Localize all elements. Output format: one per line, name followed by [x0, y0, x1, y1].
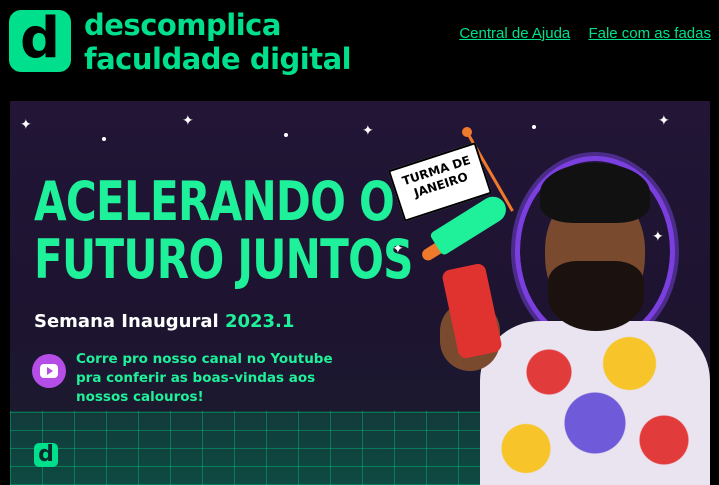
beard — [548, 261, 644, 331]
descomplica-logo-icon[interactable]: d — [9, 10, 71, 72]
small-logo-icon: d — [34, 443, 58, 467]
hair — [540, 163, 650, 223]
cta-line-1: Corre pro nosso canal no Youtube — [76, 351, 333, 367]
subtitle-prefix: Semana Inaugural — [34, 311, 219, 332]
student-with-phone-image — [440, 161, 710, 485]
headline-line-1: ACELERANDO O — [34, 170, 395, 233]
contact-fairies-link[interactable]: Fale com as fadas — [588, 25, 711, 42]
brand-line-1: descomplica — [84, 8, 281, 42]
cta-line-3: nossos calouros! — [76, 389, 204, 405]
youtube-cta-text[interactable]: Corre pro nosso canal no Youtube pra con… — [76, 350, 333, 407]
cta-line-2: pra conferir as boas-vindas aos — [76, 370, 316, 386]
star-icon: ✦ — [20, 117, 32, 133]
banner-subtitle: Semana Inaugural 2023.1 — [34, 311, 294, 332]
brand-line-2: faculdade digital — [84, 42, 352, 76]
top-links: Central de Ajuda Fale com as fadas — [445, 25, 711, 42]
subtitle-year: 2023.1 — [224, 311, 295, 332]
star-dot — [284, 133, 288, 137]
tie-dye-shirt — [480, 321, 710, 485]
headline-line-2: FUTURO JUNTOS — [34, 228, 413, 291]
flag-pole-knob — [462, 127, 472, 137]
play-icon — [40, 364, 58, 378]
youtube-play-icon[interactable] — [32, 354, 66, 388]
star-icon: ✦ — [362, 123, 374, 139]
hero-banner[interactable]: ✦ ✦ ✦ ✦ ✦ ✦ ACELERANDO O FUTURO JUNTOS S… — [10, 101, 710, 485]
star-dot — [102, 137, 106, 141]
brand-wordmark[interactable]: descomplica faculdade digital — [84, 8, 352, 76]
email-header: d descomplica faculdade digital Central … — [0, 0, 719, 92]
star-dot — [532, 125, 536, 129]
logo-letter: d — [19, 6, 61, 71]
star-icon: ✦ — [658, 113, 670, 129]
help-center-link[interactable]: Central de Ajuda — [459, 25, 570, 42]
banner-headline: ACELERANDO O FUTURO JUNTOS — [34, 173, 413, 289]
star-icon: ✦ — [182, 113, 194, 129]
